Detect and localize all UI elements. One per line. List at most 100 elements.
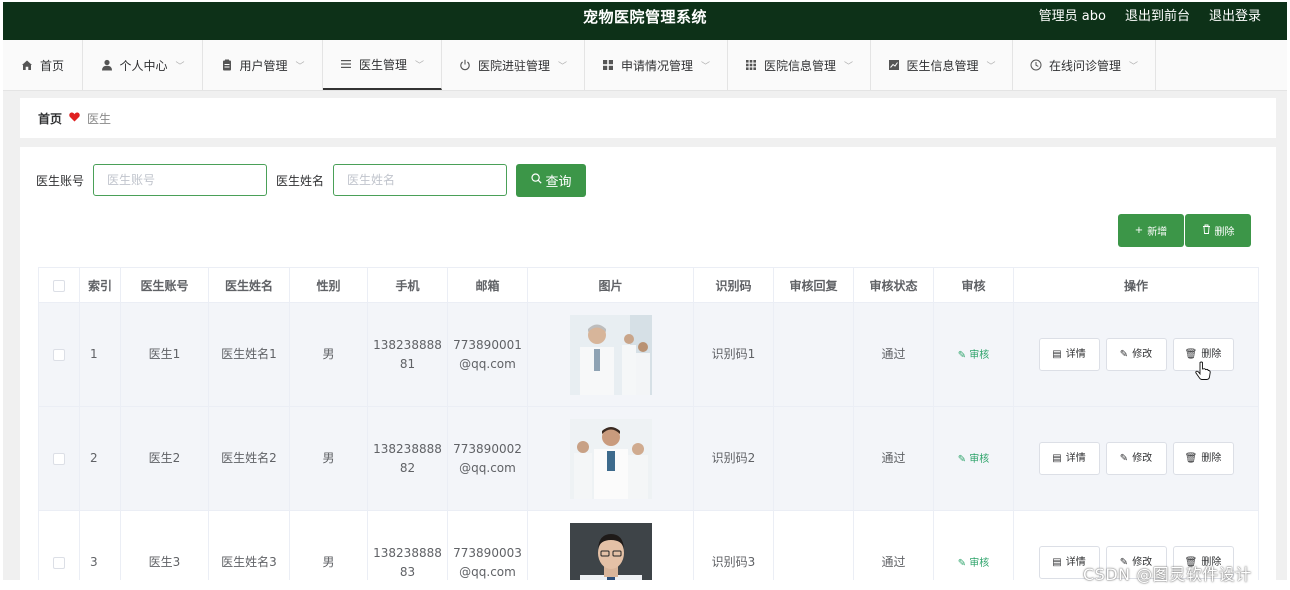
nav-online-consult-management[interactable]: 在线问诊管理 ﹀: [1013, 40, 1156, 90]
email-line: 773890001: [453, 337, 522, 352]
nav-hospital-info-management[interactable]: 医院信息管理 ﹀: [728, 40, 871, 90]
ops-cell: ▤ 详情 ✎ 修改 🗑 删除: [1013, 302, 1259, 407]
nav-label: 医生信息管理: [906, 58, 979, 73]
nav-home[interactable]: 首页: [3, 40, 83, 90]
doctor-account-input[interactable]: [93, 164, 268, 196]
plus-icon: +: [1134, 225, 1144, 236]
add-button[interactable]: + 新增: [1118, 214, 1184, 247]
edit-button[interactable]: ✎ 修改: [1105, 442, 1167, 475]
chevron-down-icon: ﹀: [295, 61, 305, 72]
logout-link[interactable]: 退出登录: [1209, 2, 1261, 32]
chevron-down-icon: ﹀: [844, 61, 854, 72]
nav-label: 医院信息管理: [763, 58, 836, 73]
email-line: @qq.com: [459, 564, 516, 579]
index-cell: 1: [79, 302, 121, 407]
nav-label: 医院进驻管理: [477, 58, 550, 73]
audit-link[interactable]: ✎ 审核: [958, 350, 990, 361]
name-cell: 医生姓名1: [208, 302, 290, 407]
doctor-name-label: 医生姓名: [276, 173, 325, 188]
chevron-down-icon: ﹀: [1129, 61, 1139, 72]
query-label: 查询: [545, 174, 572, 190]
detail-button[interactable]: ▤ 详情: [1038, 338, 1100, 371]
chevron-down-icon: ﹀: [415, 60, 425, 71]
phone-line: 138238888: [373, 545, 442, 560]
audit-label: 审核: [969, 453, 990, 465]
nav-doctor-info-management[interactable]: 医生信息管理 ﹀: [871, 40, 1013, 90]
exit-to-front-link[interactable]: 退出到前台: [1125, 2, 1190, 32]
email-cell: 773890003 @qq.com: [447, 510, 528, 580]
email-cell: 773890001 @qq.com: [447, 302, 528, 407]
edit-button[interactable]: ✎ 修改: [1105, 338, 1167, 371]
watermark-text: CSDN @图灵软件设计: [1083, 565, 1252, 584]
document-icon: ▤: [1052, 453, 1062, 464]
row-select-cell: [38, 510, 80, 580]
select-all-cell: [38, 267, 80, 303]
photo-cell: [527, 302, 694, 407]
row-delete-button[interactable]: 🗑 删除: [1172, 442, 1234, 475]
email-line: @qq.com: [459, 460, 516, 475]
list-icon: [340, 58, 353, 71]
row-checkbox[interactable]: [53, 452, 65, 465]
batch-delete-button[interactable]: 删除: [1185, 214, 1251, 247]
nav-application-management[interactable]: 申请情况管理 ﹀: [585, 40, 728, 90]
code-cell: 识别码1: [693, 302, 774, 407]
breadcrumb: 首页 医生: [20, 98, 1276, 138]
trash-icon: 🗑: [1184, 453, 1198, 464]
phone-line: 83: [399, 564, 416, 579]
gender-cell: 男: [289, 302, 368, 407]
column-header: 审核: [933, 267, 1014, 303]
doctor-name-input[interactable]: [333, 164, 508, 196]
select-all-checkbox[interactable]: [53, 279, 65, 292]
status-cell: 通过: [853, 406, 934, 511]
search-icon: [530, 172, 542, 188]
doctor-account-label: 医生账号: [36, 173, 85, 188]
reply-cell: [773, 406, 854, 511]
hand-cursor-icon: [1195, 361, 1211, 384]
delete-label: 删除: [1201, 453, 1222, 464]
detail-button[interactable]: ▤ 详情: [1038, 442, 1100, 475]
reply-cell: [773, 510, 854, 580]
query-button[interactable]: 查询: [516, 163, 587, 197]
audit-link[interactable]: ✎ 审核: [958, 454, 990, 465]
doctor-photo: [569, 314, 652, 395]
column-header: 医生姓名: [208, 267, 290, 303]
status-cell: 通过: [853, 302, 934, 407]
pen-icon: ✎: [957, 557, 967, 569]
photo-cell: [527, 406, 694, 511]
edit-label: 修改: [1132, 453, 1153, 464]
account-cell: 医生1: [120, 302, 209, 407]
nav-hospital-entry-management[interactable]: 医院进驻管理 ﹀: [442, 40, 585, 90]
nav-doctor-management[interactable]: 医生管理 ﹀: [323, 40, 442, 90]
column-header: 索引: [79, 267, 121, 303]
column-header: 图片: [527, 267, 694, 303]
account-cell: 医生3: [120, 510, 209, 580]
chevron-down-icon: ﹀: [986, 61, 996, 72]
audit-link[interactable]: ✎ 审核: [958, 558, 990, 569]
pen-icon: ✎: [957, 453, 967, 465]
phone-cell: 138238888 81: [367, 302, 448, 407]
phone-cell: 138238888 83: [367, 510, 448, 580]
table-row: 3 医生3 医生姓名3 男 138238888 83 773890003 @qq.c…: [38, 510, 1259, 580]
nav-label: 个人中心: [119, 58, 168, 73]
breadcrumb-home[interactable]: 首页: [38, 110, 62, 127]
column-header: 审核回复: [773, 267, 854, 303]
home-icon: [21, 59, 34, 72]
email-line: 773890002: [453, 441, 522, 456]
audit-cell: ✎ 审核: [933, 302, 1014, 407]
admin-user-label[interactable]: 管理员 abo: [1039, 2, 1106, 32]
doctor-table: 索引 医生账号 医生姓名 性别 手机 邮箱 图片 识别码 审核回复 审核状态 审…: [38, 267, 1259, 580]
pen-icon: ✎: [957, 349, 967, 361]
column-header: 操作: [1013, 267, 1259, 303]
row-checkbox[interactable]: [53, 348, 65, 361]
email-line: @qq.com: [459, 356, 516, 371]
nav-user-management[interactable]: 用户管理 ﹀: [203, 40, 323, 90]
document-icon: ▤: [1052, 349, 1062, 360]
doctor-photo: [569, 522, 652, 580]
nav-label: 用户管理: [239, 58, 288, 73]
row-checkbox[interactable]: [53, 556, 65, 569]
trash-icon: [1202, 224, 1211, 237]
nav-personal-center[interactable]: 个人中心 ﹀: [83, 40, 203, 90]
doctor-photo: [569, 418, 652, 499]
top-header: 宠物医院管理系统 管理员 abo 退出到前台 退出登录: [3, 2, 1287, 40]
edit-label: 修改: [1132, 349, 1153, 360]
